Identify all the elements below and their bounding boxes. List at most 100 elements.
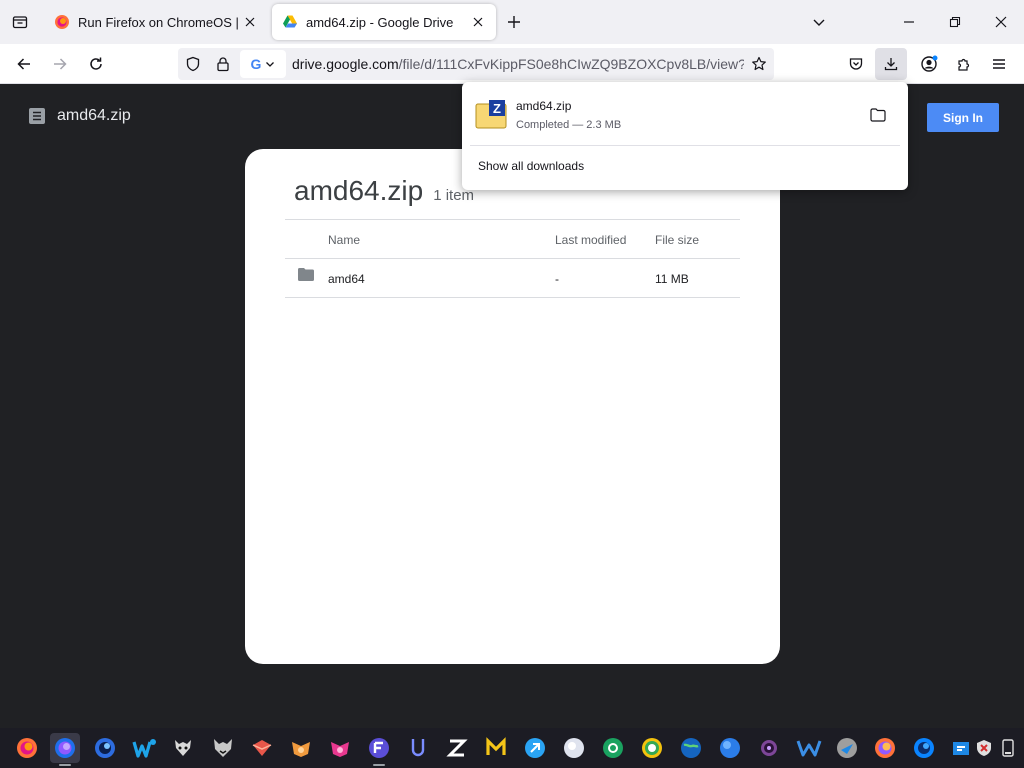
file-header: amd64.zip xyxy=(28,107,131,125)
firefox-favicon xyxy=(55,15,69,29)
tor-icon[interactable] xyxy=(754,733,784,763)
running-indicator xyxy=(373,764,385,766)
chromium-icon[interactable] xyxy=(598,733,628,763)
forward-button[interactable] xyxy=(44,48,76,80)
firefox-view-icon xyxy=(12,16,28,29)
reload-button[interactable] xyxy=(80,48,112,80)
waterfox-icon[interactable] xyxy=(130,733,160,763)
taskbar xyxy=(0,728,1024,768)
firefox-view-button[interactable] xyxy=(0,0,40,44)
gnome-web-icon[interactable] xyxy=(559,733,589,763)
google-drive-favicon xyxy=(283,15,297,28)
pocket-button[interactable] xyxy=(840,48,872,80)
download-status: Completed — 2.3 MB xyxy=(516,119,622,131)
divider xyxy=(285,297,740,298)
shield-icon xyxy=(186,56,200,72)
active-indicator xyxy=(59,764,71,766)
minimize-button[interactable] xyxy=(886,0,932,44)
sign-in-button[interactable]: Sign In xyxy=(927,103,999,132)
back-button[interactable] xyxy=(8,48,40,80)
device-icon[interactable] xyxy=(993,733,1023,763)
url-path: /file/d/111CxFvKippFS0e8hCIwZQ9BZOXCpv8L… xyxy=(398,56,744,72)
star-icon xyxy=(752,56,766,71)
earth-icon[interactable] xyxy=(676,733,706,763)
firefox-icon[interactable] xyxy=(12,733,42,763)
close-tab-icon[interactable] xyxy=(470,14,486,30)
download-item[interactable]: Z amd64.zip Completed — 2.3 MB xyxy=(470,90,900,140)
file-icon xyxy=(29,108,45,124)
hamburger-menu-icon xyxy=(993,59,1005,69)
account-icon xyxy=(921,55,938,72)
tab-title: amd64.zip - Google Drive xyxy=(306,14,454,30)
close-window-button[interactable] xyxy=(978,0,1024,44)
column-header-size: File size xyxy=(655,233,700,247)
url-bar[interactable]: G drive.google.com/file/d/111CxFvKippFS0… xyxy=(178,48,774,80)
file-title-text: amd64.zip xyxy=(57,107,131,124)
firefox-esr-icon[interactable] xyxy=(870,733,900,763)
firefox-nightly-icon[interactable] xyxy=(90,733,120,763)
navigation-toolbar: G drive.google.com/file/d/111CxFvKippFS0… xyxy=(0,44,1024,84)
google-icon: G xyxy=(250,56,262,72)
kmeleon-icon[interactable] xyxy=(794,733,824,763)
slimjet-icon[interactable] xyxy=(832,733,862,763)
midori-icon[interactable] xyxy=(520,733,550,763)
librewolf-icon[interactable] xyxy=(168,733,198,763)
column-header-name: Name xyxy=(328,233,361,247)
lock-icon xyxy=(217,57,229,72)
restore-button[interactable] xyxy=(932,0,978,44)
bookmark-button[interactable] xyxy=(744,48,774,80)
zen-icon[interactable] xyxy=(442,733,472,763)
site-info-button[interactable] xyxy=(208,48,238,80)
row-size: 11 MB xyxy=(655,272,689,286)
thunderbird-icon[interactable] xyxy=(909,733,939,763)
minimize-icon xyxy=(904,21,914,23)
arrow-left-icon xyxy=(17,58,30,70)
downloads-button[interactable] xyxy=(875,48,907,80)
column-header-modified: Last modified xyxy=(555,233,627,247)
icecat-icon[interactable] xyxy=(208,733,238,763)
download-filename: amd64.zip xyxy=(516,99,572,113)
show-in-folder-button[interactable] xyxy=(862,99,894,131)
divider xyxy=(285,258,740,259)
puzzle-icon xyxy=(958,58,970,71)
arrow-right-icon xyxy=(54,58,67,70)
basilisk-icon[interactable] xyxy=(364,733,394,766)
tab-bar: Run Firefox on ChromeOS | Fire amd64.zip… xyxy=(0,0,1024,44)
opera-icon[interactable] xyxy=(637,733,667,763)
mullvad-icon[interactable] xyxy=(481,733,511,763)
downloads-panel: Z amd64.zip Completed — 2.3 MB Show all … xyxy=(462,82,908,190)
close-icon xyxy=(995,16,1007,28)
app-menu-button[interactable] xyxy=(983,48,1015,80)
zip-preview-card: amd64.zip 1 item Name Last modified File… xyxy=(245,149,780,664)
extensions-button[interactable] xyxy=(948,48,980,80)
tab-google-drive[interactable]: amd64.zip - Google Drive xyxy=(272,4,496,40)
folder-icon xyxy=(298,268,314,281)
url-text[interactable]: drive.google.com/file/d/111CxFvKippFS0e8… xyxy=(292,56,744,72)
account-button[interactable] xyxy=(913,48,945,80)
tab-run-firefox[interactable]: Run Firefox on ChromeOS | Fire xyxy=(44,4,268,40)
zip-file-icon: Z xyxy=(475,100,507,129)
divider xyxy=(285,219,740,220)
list-all-tabs-button[interactable] xyxy=(796,0,842,44)
ungoogled-icon[interactable] xyxy=(403,733,433,763)
url-domain: drive.google.com xyxy=(292,56,399,72)
download-meta: amd64.zip Completed — 2.3 MB xyxy=(516,99,862,131)
seamonkey-icon[interactable] xyxy=(715,733,745,763)
chevron-down-icon xyxy=(813,19,825,26)
show-all-downloads-link[interactable]: Show all downloads xyxy=(478,159,584,173)
zip-header: amd64.zip 1 item xyxy=(294,175,474,207)
close-tab-icon[interactable] xyxy=(242,14,258,30)
floorp-icon[interactable] xyxy=(247,733,277,763)
download-icon xyxy=(884,58,898,71)
row-modified: - xyxy=(555,272,559,286)
tracking-protection-button[interactable] xyxy=(178,48,208,80)
row-name: amd64 xyxy=(328,272,365,286)
plus-icon xyxy=(508,16,520,28)
zip-name: amd64.zip xyxy=(294,175,424,206)
divider xyxy=(470,145,900,146)
pale-moon-icon[interactable] xyxy=(325,733,355,763)
firefox-developer-icon[interactable] xyxy=(50,733,80,766)
mercury-icon[interactable] xyxy=(286,733,316,763)
new-tab-button[interactable] xyxy=(502,10,526,34)
search-engine-button[interactable]: G xyxy=(240,50,286,78)
